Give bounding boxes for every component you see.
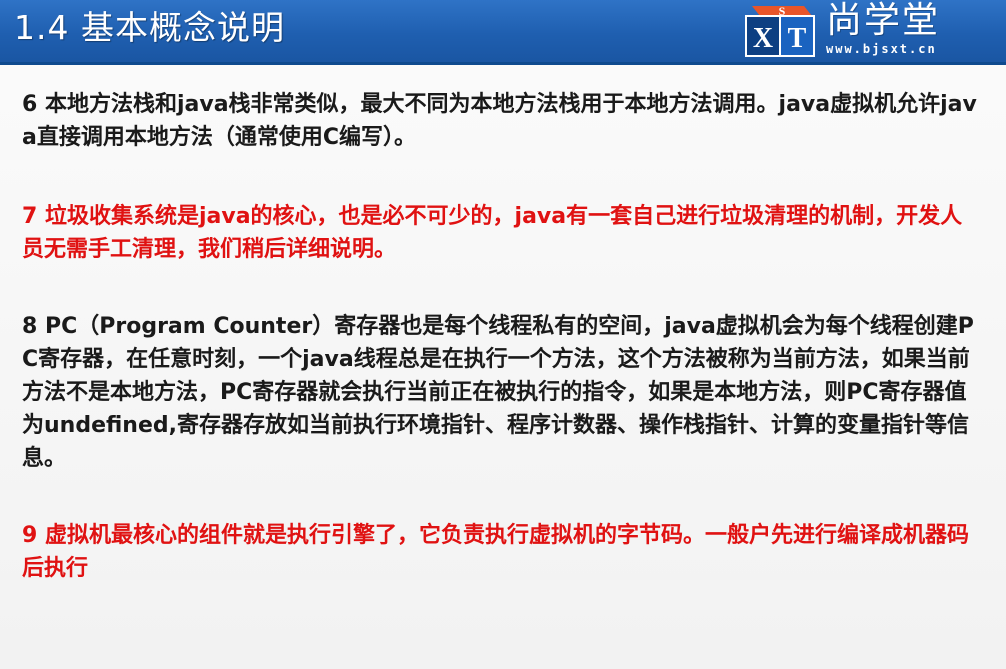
title-bar: 1.4 基本概念说明 X T S 尚学堂 www.bjsxt.cn bbox=[0, 0, 1006, 65]
paragraph-8: 8 PC（Program Counter）寄存器也是每个线程私有的空间，java… bbox=[22, 314, 974, 471]
paragraph-6: 6 本地方法栈和java栈非常类似，最大不同为本地方法栈用于本地方法调用。jav… bbox=[22, 92, 977, 150]
logo: X T S 尚学堂 www.bjsxt.cn bbox=[742, 0, 1006, 62]
svg-text:T: T bbox=[788, 23, 807, 54]
slide-body: 6 本地方法栈和java栈非常类似，最大不同为本地方法栈用于本地方法调用。jav… bbox=[22, 88, 984, 624]
paragraph-9: 9 虚拟机最核心的组件就是执行引擎了，它负责执行虚拟机的字节码。一般户先进行编译… bbox=[22, 523, 969, 581]
paragraph-7: 7 垃圾收集系统是java的核心，也是必不可少的，java有一套自己进行垃圾清理… bbox=[22, 204, 963, 262]
svg-text:S: S bbox=[779, 4, 786, 18]
slide-title: 1.4 基本概念说明 bbox=[14, 8, 285, 47]
slide: 1.4 基本概念说明 X T S 尚学堂 www.bjsxt.cn 6 本地方法… bbox=[0, 0, 1006, 669]
logo-url: www.bjsxt.cn bbox=[826, 42, 937, 56]
logo-name: 尚学堂 bbox=[826, 0, 941, 41]
sxt-logo-icon: X T S bbox=[745, 4, 815, 57]
svg-text:X: X bbox=[753, 23, 773, 54]
